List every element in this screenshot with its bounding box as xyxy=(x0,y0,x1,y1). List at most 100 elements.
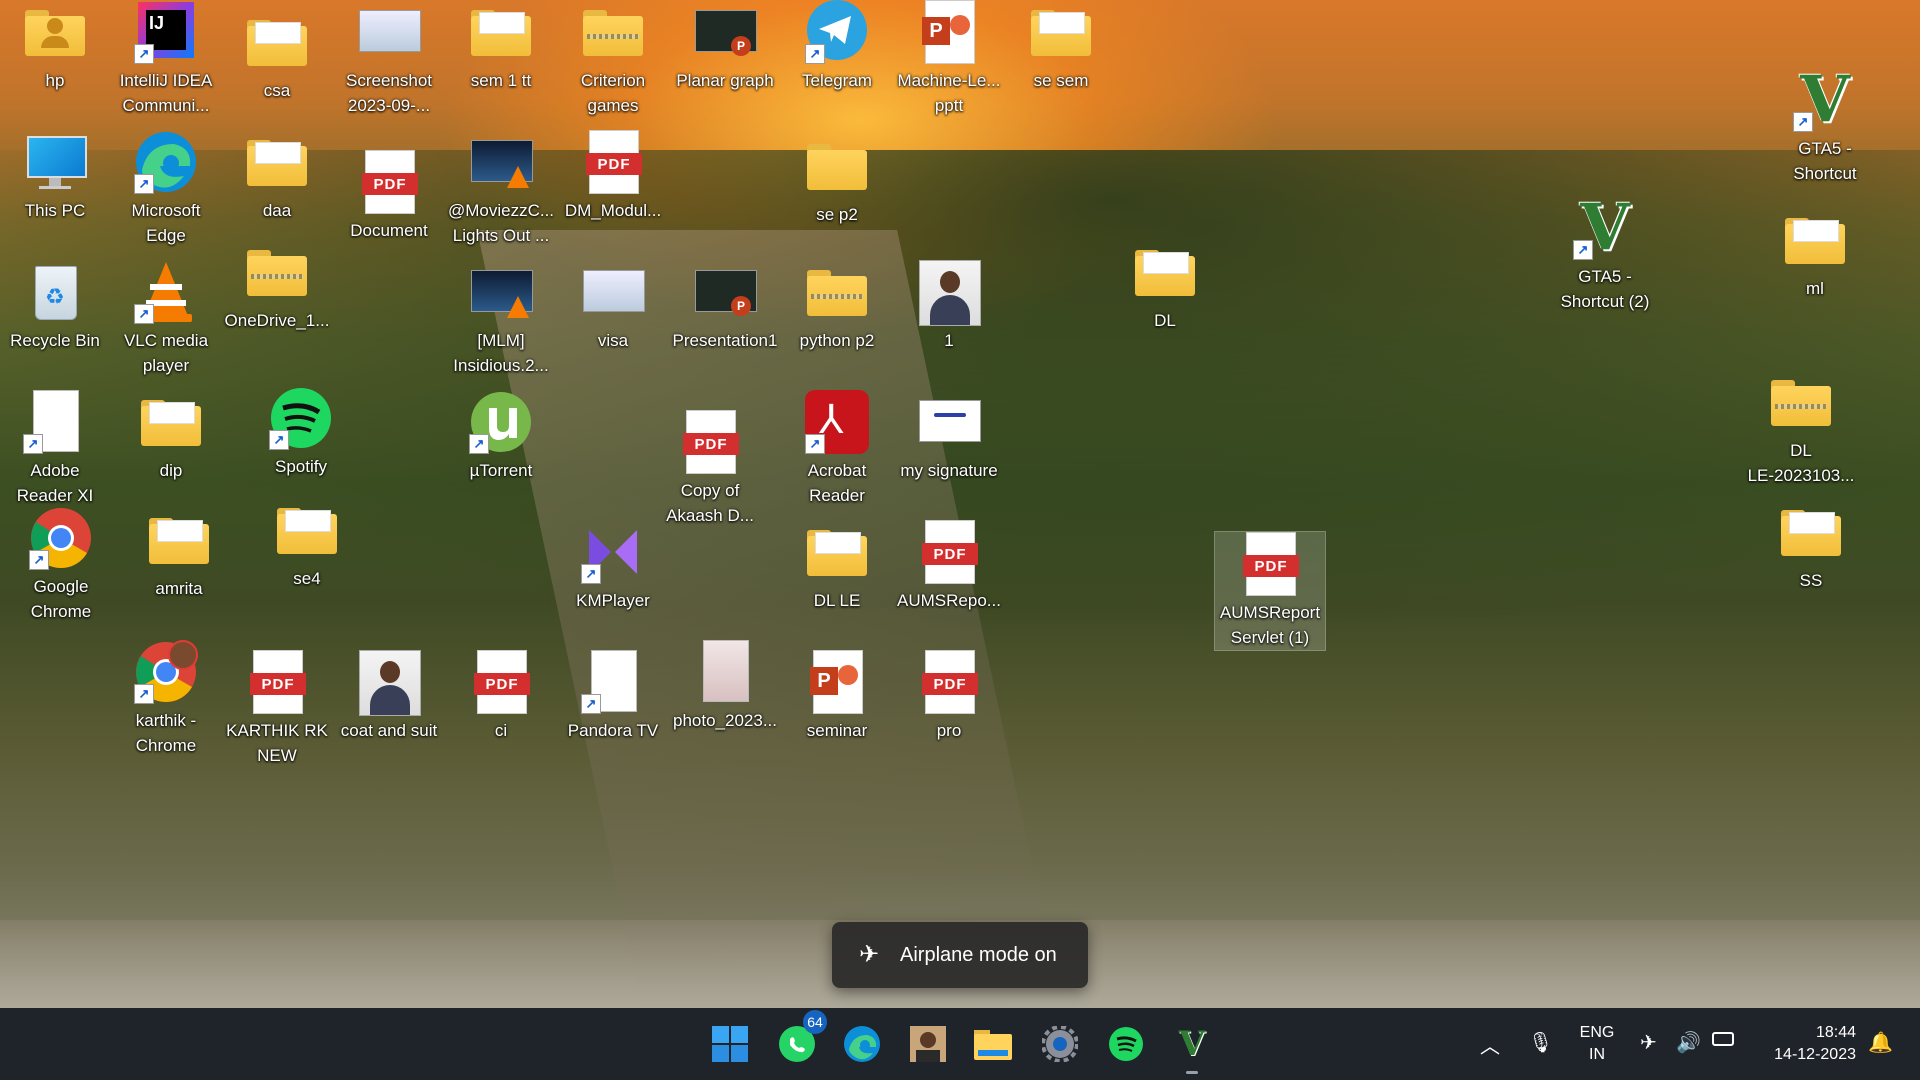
desktop-icon-label: python p2 xyxy=(799,331,875,350)
desktop-icon-karthik-chrome[interactable]: ↗ karthik - Chrome xyxy=(111,640,221,758)
desktop-icon-acrobat-reader[interactable]: ⅄ ↗ Acrobat Reader xyxy=(782,390,892,508)
this-pc-icon xyxy=(23,130,87,194)
desktop-icon-aumsreport-servlet-1[interactable]: PDF AUMSReport Servlet (1) xyxy=(1214,531,1326,651)
desktop-icon-daa[interactable]: daa xyxy=(222,130,332,223)
desktop-icon-aumsrepo[interactable]: PDF AUMSRepo... xyxy=(894,520,1004,613)
shortcut-arrow-icon: ↗ xyxy=(134,44,154,64)
desktop-icon-dl[interactable]: DL xyxy=(1110,240,1220,333)
clock[interactable]: 18:44 14-12-2023 xyxy=(1756,1022,1856,1066)
microphone-icon[interactable]: 🎙 xyxy=(1528,1030,1553,1055)
desktop-icon-python-p2[interactable]: python p2 xyxy=(782,260,892,353)
desktop-icon-label: Presentation1 xyxy=(672,331,778,350)
folder-icon xyxy=(147,508,211,572)
taskbar-whatsapp[interactable]: 64 xyxy=(773,1010,827,1068)
pptx-icon: P xyxy=(693,260,757,324)
shortcut-arrow-icon: ↗ xyxy=(805,44,825,64)
show-hidden-icons-chevron-icon[interactable]: ︿ xyxy=(1480,1030,1500,1059)
desktop-icon-moviezzc-lights-out[interactable]: @MoviezzC... Lights Out ... xyxy=(446,130,556,248)
desktop-icon-pandora-tv[interactable]: ↗ Pandora TV xyxy=(558,650,668,743)
taskbar-photo-app[interactable] xyxy=(904,1020,952,1068)
desktop-icon-label: seminar xyxy=(806,721,868,740)
airplane-tray-icon[interactable]: ✈ xyxy=(1640,1030,1657,1055)
app-kmplayer-icon: ↗ xyxy=(581,520,645,584)
desktop-icon-criterion-games[interactable]: Criterion games xyxy=(558,0,668,118)
desktop-icon-presentation1[interactable]: P Presentation1 xyxy=(670,260,780,353)
desktop-icon-telegram[interactable]: ↗ Telegram xyxy=(782,0,892,93)
taskbar-gta5[interactable]: V xyxy=(1168,1020,1216,1074)
desktop-icon-label: Adobe Reader XI xyxy=(16,461,94,505)
desktop-icon-torrent[interactable]: ↗ µTorrent xyxy=(446,390,556,483)
language-top: ENG xyxy=(1579,1024,1615,1041)
desktop-icon-seminar[interactable]: Pseminar xyxy=(782,650,892,743)
desktop-icon-label: photo_2023... xyxy=(673,711,777,730)
desktop-icon-vlc-media-player[interactable]: ↗ VLC media player xyxy=(111,260,221,378)
desktop-icon-this-pc[interactable]: This PC xyxy=(0,130,110,223)
doc-icon: ↗ xyxy=(23,390,87,454)
desktop-icon-karthik-rk-new[interactable]: PDF KARTHIK RK NEW xyxy=(222,650,332,768)
desktop-icon-photo-2023[interactable]: photo_2023... xyxy=(670,640,780,733)
pptx-file-icon: P xyxy=(805,650,869,714)
desktop-icon-gta5-shortcut-2[interactable]: V ↗ GTA5 - Shortcut (2) xyxy=(1550,196,1660,314)
desktop-icon-ml[interactable]: ml xyxy=(1760,208,1870,301)
desktop-icon-csa[interactable]: csa xyxy=(222,10,332,103)
desktop-icon-se-p2[interactable]: se p2 xyxy=(782,134,892,227)
desktop-icon-se4[interactable]: se4 xyxy=(252,498,362,591)
desktop-icon-dm-modul[interactable]: PDF DM_Modul... xyxy=(558,130,668,223)
desktop-icon-recycle-bin[interactable]: ♻ Recycle Bin xyxy=(0,260,110,353)
desktop-icon-gta5-shortcut[interactable]: V ↗ GTA5 - Shortcut xyxy=(1770,68,1880,186)
desktop-icon-label: IntelliJ IDEA Communi... xyxy=(119,71,213,115)
desktop-icon-microsoft-edge[interactable]: ↗ Microsoft Edge xyxy=(111,130,221,248)
toast-text: Airplane mode on xyxy=(900,943,1057,966)
desktop-icon-screenshot-2023-09[interactable]: Screenshot 2023-09-... xyxy=(334,0,444,118)
photo-icon xyxy=(357,650,421,716)
desktop-icon-dl-le-2023103[interactable]: DL LE-2023103... xyxy=(1746,370,1856,488)
folder-icon xyxy=(805,520,869,584)
taskbar-file-explorer[interactable] xyxy=(969,1020,1017,1068)
desktop-icon-document[interactable]: PDF Document xyxy=(334,150,444,243)
desktop-icon-visa[interactable]: visa xyxy=(558,260,668,353)
desktop-icon-spotify[interactable]: ↗ Spotify xyxy=(246,386,356,479)
desktop-icon-ci[interactable]: PDF ci xyxy=(446,650,556,743)
desktop-icon-label: AUMSReport Servlet (1) xyxy=(1219,603,1321,647)
desktop-icon-my-signature[interactable]: my signature xyxy=(894,390,1004,483)
taskbar-settings[interactable] xyxy=(1036,1020,1084,1068)
desktop-icon-hp[interactable]: hp xyxy=(0,0,110,93)
start-button[interactable] xyxy=(706,1020,754,1068)
shortcut-arrow-icon: ↗ xyxy=(1793,112,1813,132)
desktop-icon-copy-of-akaash-d[interactable]: PDF Copy of Akaash D... xyxy=(655,410,765,528)
desktop-icon-planar-graph[interactable]: P Planar graph xyxy=(670,0,780,93)
desktop-icon-onedrive-1[interactable]: OneDrive_1... xyxy=(222,240,332,333)
shortcut-arrow-icon: ↗ xyxy=(581,694,601,714)
desktop-icon-amrita[interactable]: amrita xyxy=(124,508,234,601)
desktop-icon-intellij-idea-communi[interactable]: IJ ↗ IntelliJ IDEA Communi... xyxy=(111,0,221,118)
spotify-icon xyxy=(1109,1027,1143,1061)
desktop-icon-label: dip xyxy=(159,461,183,480)
image-icon xyxy=(357,0,421,64)
desktop-icon-label: GTA5 - Shortcut (2) xyxy=(1560,267,1650,311)
desktop-icon-label: DL LE-2023103... xyxy=(1747,441,1855,485)
airplane-mode-toast: ✈ Airplane mode on xyxy=(832,922,1088,988)
desktop-icon-ss[interactable]: SS xyxy=(1756,500,1866,593)
taskbar-edge[interactable] xyxy=(838,1020,886,1068)
taskbar-spotify[interactable] xyxy=(1102,1020,1150,1068)
volume-icon[interactable]: 🔊 xyxy=(1676,1030,1701,1055)
folder-icon xyxy=(1783,208,1847,272)
desktop-icon-adobe-reader-xi[interactable]: ↗ Adobe Reader XI xyxy=(0,390,110,508)
desktop-icon-google-chrome[interactable]: ↗ Google Chrome xyxy=(6,506,116,624)
language-indicator[interactable]: ENG IN xyxy=(1578,1022,1616,1066)
desktop-icon-coat-and-suit[interactable]: coat and suit xyxy=(334,650,444,743)
battery-icon[interactable] xyxy=(1712,1032,1734,1046)
desktop-icon-1[interactable]: 1 xyxy=(894,260,1004,353)
desktop-icon-label: [MLM] Insidious.2... xyxy=(453,331,549,375)
desktop-icon-sem-1-tt[interactable]: sem 1 tt xyxy=(446,0,556,93)
desktop-icon-mlm-insidious-2[interactable]: [MLM] Insidious.2... xyxy=(446,260,556,378)
desktop-icon-machine-le-pptt[interactable]: P Machine-Le... pptt xyxy=(894,0,1004,118)
desktop-icon-se-sem[interactable]: se sem xyxy=(1006,0,1116,93)
pdf-icon: PDF xyxy=(357,150,421,214)
desktop-icon-pro[interactable]: PDF pro xyxy=(894,650,1004,743)
desktop-icon-dl-le[interactable]: DL LE xyxy=(782,520,892,613)
desktop-icon-dip[interactable]: dip xyxy=(116,390,226,483)
notification-bell-icon[interactable]: 🔔 xyxy=(1868,1030,1893,1055)
pdf-icon: PDF xyxy=(581,130,645,194)
desktop-icon-kmplayer[interactable]: ↗ KMPlayer xyxy=(558,520,668,613)
